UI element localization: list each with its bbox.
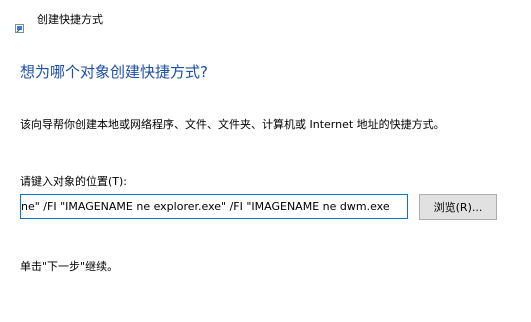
browse-button[interactable]: 浏览(R)...	[419, 194, 497, 220]
wizard-description: 该向导帮你创建本地或网络程序、文件、文件夹、计算机或 Internet 地址的快…	[20, 118, 445, 131]
shortcut-wizard-icon	[15, 18, 24, 33]
title-bar: 创建快捷方式	[0, 0, 531, 34]
next-hint: 单击"下一步"继续。	[20, 260, 119, 273]
location-label: 请键入对象的位置(T):	[20, 175, 128, 188]
create-shortcut-dialog: 创建快捷方式 想为哪个对象创建快捷方式? 该向导帮你创建本地或网络程序、文件、文…	[0, 0, 531, 322]
window-title: 创建快捷方式	[37, 13, 103, 26]
location-input[interactable]	[20, 194, 408, 219]
page-heading: 想为哪个对象创建快捷方式?	[20, 63, 208, 81]
